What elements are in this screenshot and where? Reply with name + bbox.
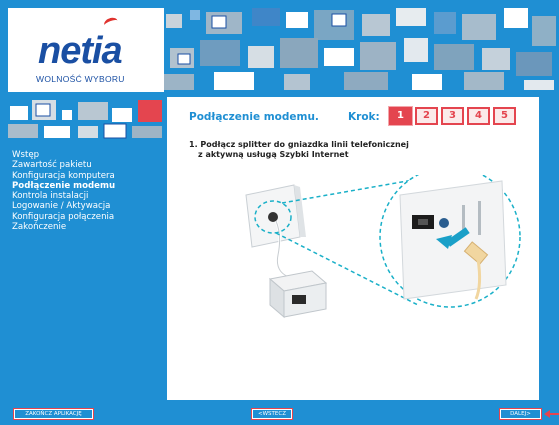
page-title: Podłączenie modemu. <box>189 111 319 123</box>
back-button[interactable]: <WSTECZ <box>251 408 293 420</box>
sidebar-collage-image <box>8 100 164 140</box>
exit-application-button[interactable]: ZAKOŃCZ APLIKACJĘ <box>13 408 94 420</box>
logo-slogan: WOLNOŚĆ WYBORU <box>36 74 125 84</box>
next-arrow-icon <box>544 410 559 418</box>
splitter-icon <box>268 270 328 319</box>
sidebar-item-wstep[interactable]: Wstęp <box>12 150 162 160</box>
step-2-indicator: 2 <box>415 107 438 125</box>
sidebar-item-podlaczenie-modemu[interactable]: Podłączenie modemu <box>12 181 162 191</box>
step-1-indicator: 1 <box>388 106 413 126</box>
wall-socket-icon <box>245 184 306 248</box>
sidebar-item-zawartosc-pakietu[interactable]: Zawartość pakietu <box>12 160 162 170</box>
step-indicator: 1 2 3 4 5 <box>388 106 516 126</box>
sidebar-item-logowanie-aktywacja[interactable]: Logowanie / Aktywacja <box>12 201 162 211</box>
sidebar-item-konfiguracja-polaczenia[interactable]: Konfiguracja połączenia <box>12 212 162 222</box>
logo-panel: netia WOLNOŚĆ WYBORU <box>8 8 164 92</box>
sidebar-item-zakonczenie[interactable]: Zakończenie <box>12 222 162 232</box>
step-4-indicator: 4 <box>467 107 490 125</box>
instruction-line-2: z aktywną usługą Szybki Internet <box>198 149 349 159</box>
logo-swoosh-icon <box>102 15 120 31</box>
splitter-wall-socket-illustration <box>245 175 521 319</box>
step-label: Krok: <box>348 111 380 123</box>
step-5-indicator: 5 <box>493 107 516 125</box>
installer-window: netia WOLNOŚĆ WYBORU Wstęp Zawartość pak… <box>0 0 559 425</box>
instruction-line-1: 1. Podłącz splitter do gniazdka linii te… <box>189 140 409 149</box>
sidebar-item-konfiguracja-komputera[interactable]: Konfiguracja komputera <box>12 171 162 181</box>
sidebar-item-kontrola-instalacji[interactable]: Kontrola instalacji <box>12 191 162 201</box>
sidebar-nav: Wstęp Zawartość pakietu Konfiguracja kom… <box>12 150 162 232</box>
instruction-text: 1. Podłącz splitter do gniazdka linii te… <box>189 140 489 159</box>
header-collage-image <box>164 8 559 92</box>
step-3-indicator: 3 <box>441 107 464 125</box>
next-button[interactable]: DALEJ> <box>499 408 542 420</box>
logo: netia <box>38 30 123 72</box>
